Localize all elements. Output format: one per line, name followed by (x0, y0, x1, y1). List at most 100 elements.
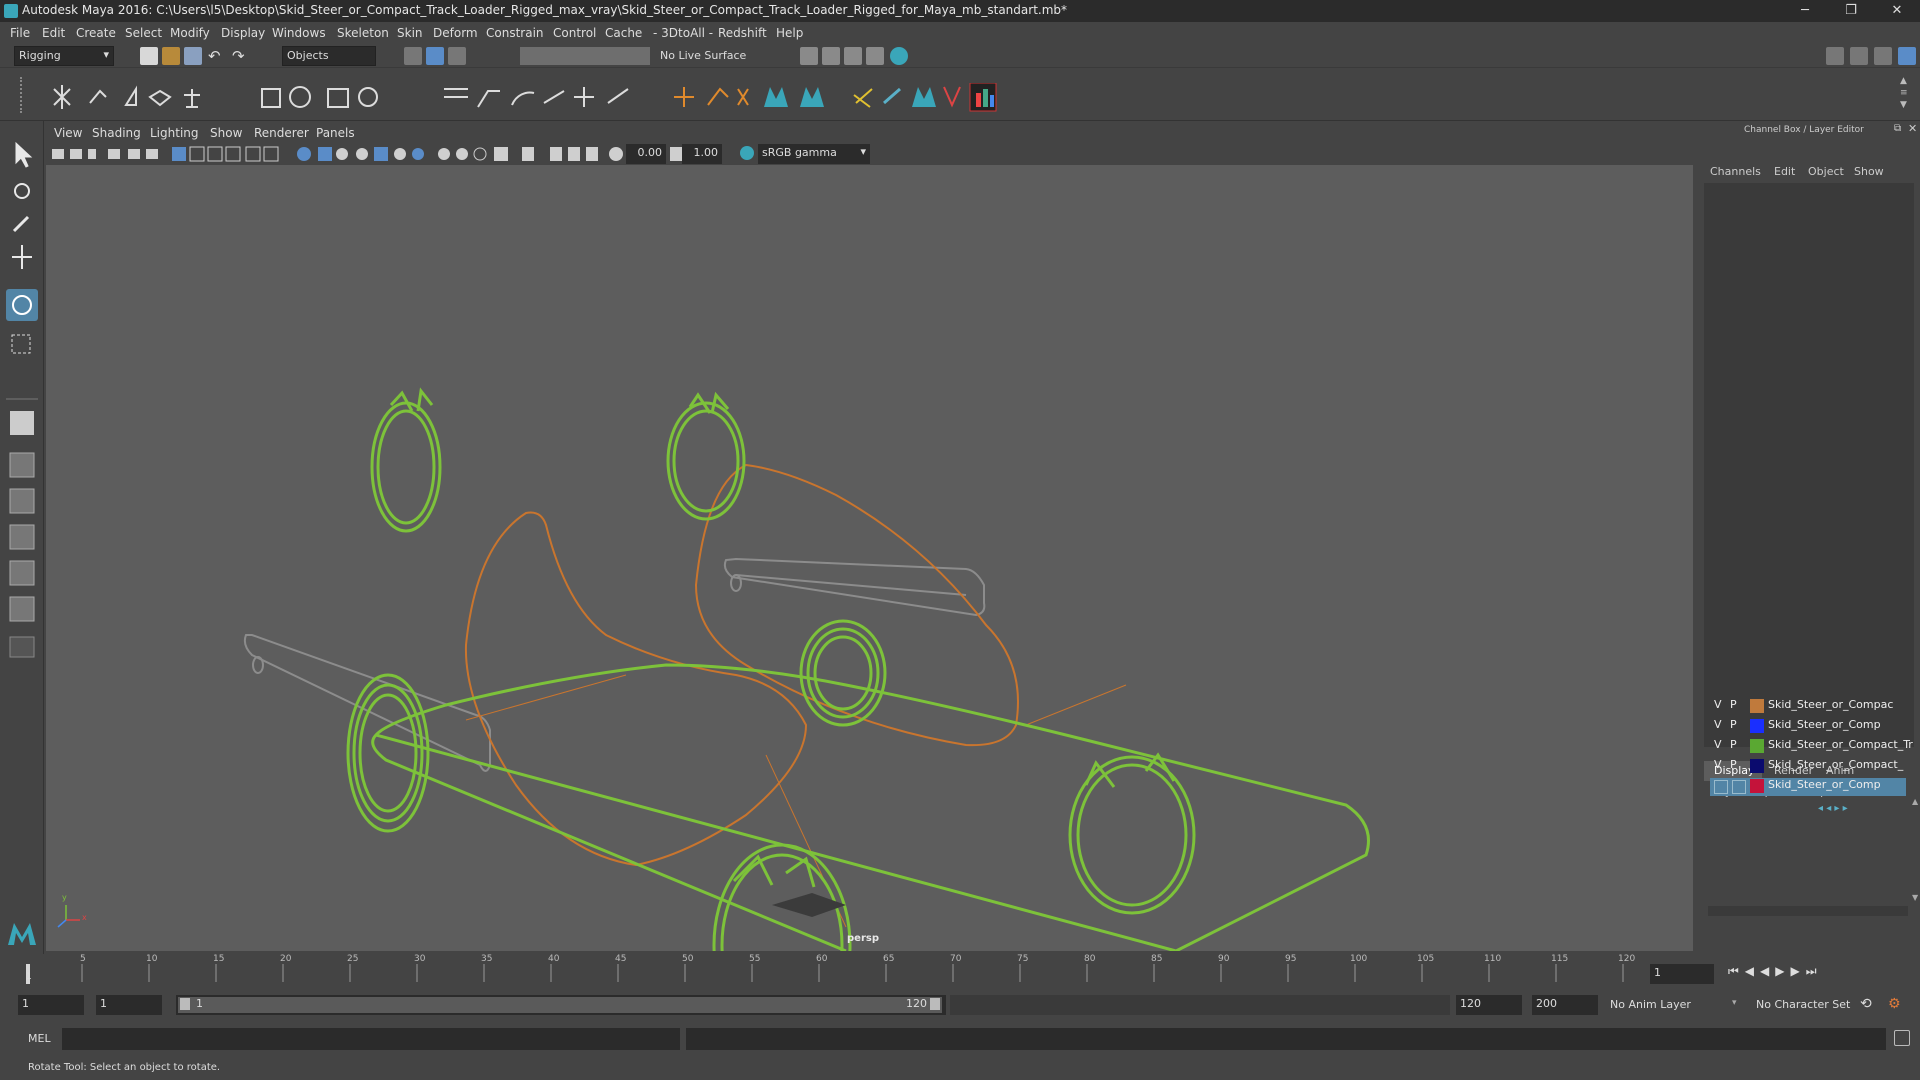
animation-prefs-icon[interactable]: ⚙ (1888, 996, 1901, 1012)
layer-hscrollbar[interactable] (1708, 906, 1908, 916)
menu-redshift[interactable]: Redshift (718, 26, 767, 40)
open-scene-icon[interactable] (162, 47, 180, 65)
channelbox-object-menu[interactable]: Object (1808, 165, 1844, 178)
viewport-menu-panels[interactable]: Panels (316, 126, 355, 140)
move-tool-button[interactable] (8, 243, 36, 271)
persp-graph-layout-button[interactable] (8, 523, 36, 551)
channel-box-area[interactable] (1704, 183, 1914, 747)
ipr-render-icon[interactable] (844, 47, 862, 65)
select-hierarchy-icon[interactable] (404, 47, 422, 65)
scene-start-field[interactable]: 1 (18, 995, 84, 1015)
menu-constrain[interactable]: Constrain (486, 26, 544, 40)
lasso-tool-button[interactable] (8, 173, 36, 201)
shelf-scroll-icon[interactable]: ▲ ≡ ▼ (1900, 75, 1908, 111)
channel-box-icon[interactable] (1898, 47, 1916, 65)
menu-create[interactable]: Create (76, 26, 116, 40)
color-space-dropdown[interactable]: sRGB gamma ▾ (758, 144, 870, 164)
menu-select[interactable]: Select (125, 26, 162, 40)
anim-layer-dropdown[interactable]: No Anim Layer (1610, 998, 1691, 1011)
modeling-toolkit-icon[interactable] (1826, 47, 1844, 65)
new-scene-icon[interactable] (140, 47, 158, 65)
layer-action-icons[interactable]: ◂ ◂ ▸ ▸ (1818, 803, 1908, 815)
channelbox-edit-menu[interactable]: Edit (1774, 165, 1795, 178)
menu-windows[interactable]: Windows (272, 26, 326, 40)
menu-3dtoall[interactable]: - 3DtoAll - (653, 26, 713, 40)
layer-name[interactable]: Skid_Steer_or_Comp (1768, 778, 1881, 791)
menu-modify[interactable]: Modify (170, 26, 210, 40)
menu-skin[interactable]: Skin (397, 26, 423, 40)
command-input[interactable] (62, 1028, 680, 1050)
single-perspective-layout-button[interactable] (8, 409, 36, 437)
layer-playback-toggle[interactable]: P (1730, 718, 1737, 731)
time-slider[interactable]: 1 5 10 15 20 25 30 35 40 45 50 55 60 65 … (0, 954, 1920, 992)
channelbox-show-menu[interactable]: Show (1854, 165, 1884, 178)
scene-end-field[interactable]: 200 (1532, 995, 1598, 1015)
layer-visibility-toggle[interactable] (1714, 780, 1728, 794)
menu-file[interactable]: File (10, 26, 30, 40)
layer-scroll-up-icon[interactable]: ▲ (1912, 797, 1918, 806)
toolbox-expand-button[interactable] (8, 633, 36, 661)
perspective-viewport[interactable]: y x persp (46, 165, 1693, 951)
playback-end-field[interactable]: 120 (1456, 995, 1522, 1015)
save-scene-icon[interactable] (184, 47, 202, 65)
range-start-handle[interactable] (180, 998, 190, 1010)
select-tool-button[interactable] (8, 135, 36, 163)
viewport-menu-lighting[interactable]: Lighting (150, 126, 199, 140)
menu-control[interactable]: Control (553, 26, 596, 40)
restore-button[interactable]: ❐ (1828, 0, 1874, 22)
viewport-menu-renderer[interactable]: Renderer (254, 126, 309, 140)
layer-visibility-toggle[interactable]: V (1714, 698, 1722, 711)
layer-playback-toggle[interactable]: P (1730, 738, 1737, 751)
layer-visibility-toggle[interactable]: V (1714, 738, 1722, 751)
layer-row[interactable]: V P Skid_Steer_or_Compac (1710, 698, 1906, 716)
channels-menu[interactable]: Channels (1710, 165, 1761, 178)
layer-visibility-toggle[interactable]: V (1714, 758, 1722, 771)
layer-color-swatch[interactable] (1750, 739, 1764, 753)
viewport-menu-show[interactable]: Show (210, 126, 242, 140)
layer-color-swatch[interactable] (1750, 779, 1764, 793)
layer-playback-toggle[interactable]: P (1730, 698, 1737, 711)
near-clip-field[interactable]: 0.00 (626, 144, 666, 164)
menuset-dropdown[interactable]: Rigging ▾ (14, 46, 114, 66)
range-slider-bar[interactable] (178, 997, 942, 1013)
mel-label[interactable]: MEL (28, 1032, 51, 1045)
scene-wireframe[interactable] (46, 165, 1693, 951)
range-slider-track[interactable]: 1 120 (176, 995, 946, 1015)
auto-key-icon[interactable]: ⟲ (1860, 996, 1872, 1012)
menu-help[interactable]: Help (776, 26, 803, 40)
render-current-icon[interactable] (822, 47, 840, 65)
hypershade-layout-button[interactable] (8, 559, 36, 587)
minimize-button[interactable]: ─ (1782, 0, 1828, 22)
attribute-editor-icon[interactable] (1850, 47, 1868, 65)
close-button[interactable]: ✕ (1874, 0, 1920, 22)
hypershade-icon[interactable] (890, 47, 908, 65)
layer-name[interactable]: Skid_Steer_or_Compact_ (1768, 758, 1903, 771)
layer-color-swatch[interactable] (1750, 719, 1764, 733)
playback-controls[interactable]: ⏮◀◀▶▶⏭ (1728, 964, 1823, 979)
panel-close-icon[interactable]: ✕ (1908, 122, 1917, 135)
layer-row[interactable]: V P Skid_Steer_or_Compact_Tr (1710, 738, 1913, 756)
script-editor-icon[interactable] (1894, 1030, 1910, 1046)
layer-name[interactable]: Skid_Steer_or_Compac (1768, 698, 1893, 711)
rotate-tool-button[interactable] (8, 291, 36, 319)
rigging-shelf-icons[interactable] (48, 83, 1028, 113)
layer-color-swatch[interactable] (1750, 699, 1764, 713)
render-settings-icon[interactable] (866, 47, 884, 65)
paint-select-tool-button[interactable] (8, 209, 36, 237)
selection-mode-dropdown[interactable]: Objects (282, 46, 376, 66)
layer-name[interactable]: Skid_Steer_or_Compact_Tr (1768, 738, 1913, 751)
select-component-icon[interactable] (448, 47, 466, 65)
color-management-icon[interactable] (740, 146, 754, 160)
far-clip-field[interactable]: 1.00 (682, 144, 722, 164)
viewport-menu-shading[interactable]: Shading (92, 126, 141, 140)
select-object-icon[interactable] (426, 47, 444, 65)
menu-display[interactable]: Display (221, 26, 265, 40)
snap-icons-group[interactable] (520, 47, 650, 65)
menu-deform[interactable]: Deform (433, 26, 478, 40)
layer-color-swatch[interactable] (1750, 759, 1764, 773)
persp-uv-layout-button[interactable] (8, 595, 36, 623)
persp-outliner-layout-button[interactable] (8, 487, 36, 515)
layer-playback-toggle[interactable] (1732, 780, 1746, 794)
menu-skeleton[interactable]: Skeleton (337, 26, 389, 40)
time-ruler[interactable] (26, 954, 1646, 984)
